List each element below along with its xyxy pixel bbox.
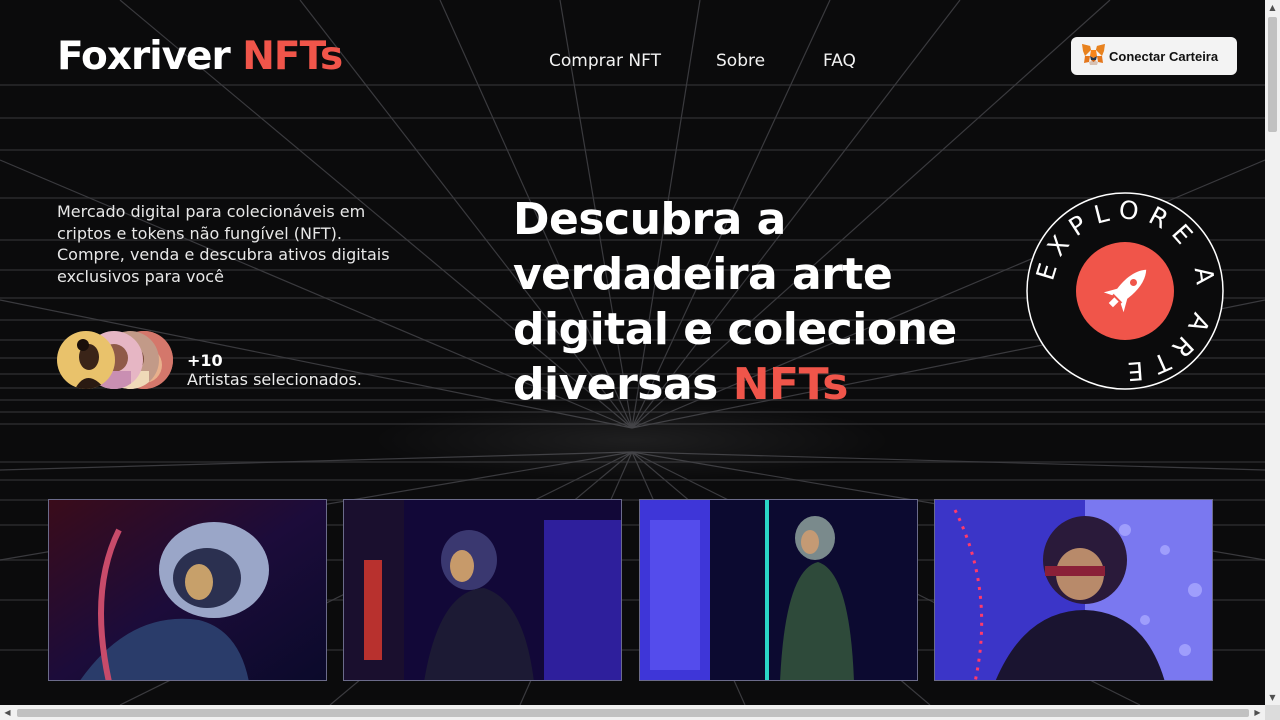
explore-art-badge[interactable]: EXPLORE A ARTE	[1025, 191, 1225, 391]
connect-wallet-button[interactable]: Conectar Carteira	[1071, 37, 1237, 75]
horizontal-scrollbar[interactable]: ◀ ▶	[0, 705, 1265, 720]
nft-card-astronaut-purple-corridor[interactable]	[343, 499, 622, 681]
headline-line: diversas	[513, 359, 733, 410]
avatar	[57, 331, 115, 389]
hero-headline: Descubra a verdadeira arte digital e col…	[513, 192, 983, 412]
site-logo[interactable]: Foxriver NFTs	[57, 34, 343, 79]
scroll-down-arrow-icon[interactable]: ▼	[1265, 690, 1280, 705]
nft-card-astronaut-green-suit[interactable]	[639, 499, 918, 681]
artists-label: Artistas selecionados.	[187, 370, 362, 389]
nft-card-astronaut-blue-mask[interactable]	[934, 499, 1213, 681]
headline-line: verdadeira arte	[513, 249, 893, 300]
nft-card-astronaut-red-helmet[interactable]	[48, 499, 327, 681]
artists-avatars	[57, 331, 177, 389]
scroll-right-arrow-icon[interactable]: ▶	[1250, 705, 1265, 720]
hero-description: Mercado digital para colecionáveis em cr…	[57, 202, 390, 286]
logo-accent-text: NFTs	[242, 34, 343, 79]
headline-accent: NFTs	[732, 359, 849, 410]
nav-link-sobre[interactable]: Sobre	[716, 51, 765, 71]
artists-count: +10	[187, 351, 223, 370]
scroll-up-arrow-icon[interactable]: ▲	[1265, 0, 1280, 15]
logo-main-text: Foxriver	[57, 34, 231, 79]
vertical-scroll-thumb[interactable]	[1268, 17, 1277, 132]
nav-link-comprar-nft[interactable]: Comprar NFT	[549, 51, 661, 71]
connect-wallet-label: Conectar Carteira	[1109, 48, 1219, 64]
page: Foxriver NFTs Comprar NFT Sobre FAQ Cone…	[0, 0, 1265, 705]
vertical-scrollbar[interactable]: ▲ ▼	[1265, 0, 1280, 705]
headline-line: Descubra a	[513, 194, 786, 245]
scrollbar-corner	[1265, 705, 1280, 720]
headline-line: digital e colecione	[513, 304, 957, 355]
scroll-left-arrow-icon[interactable]: ◀	[0, 705, 15, 720]
nav-link-faq[interactable]: FAQ	[823, 51, 856, 71]
metamask-fox-icon	[1081, 43, 1106, 69]
horizontal-scroll-thumb[interactable]	[17, 709, 1249, 717]
